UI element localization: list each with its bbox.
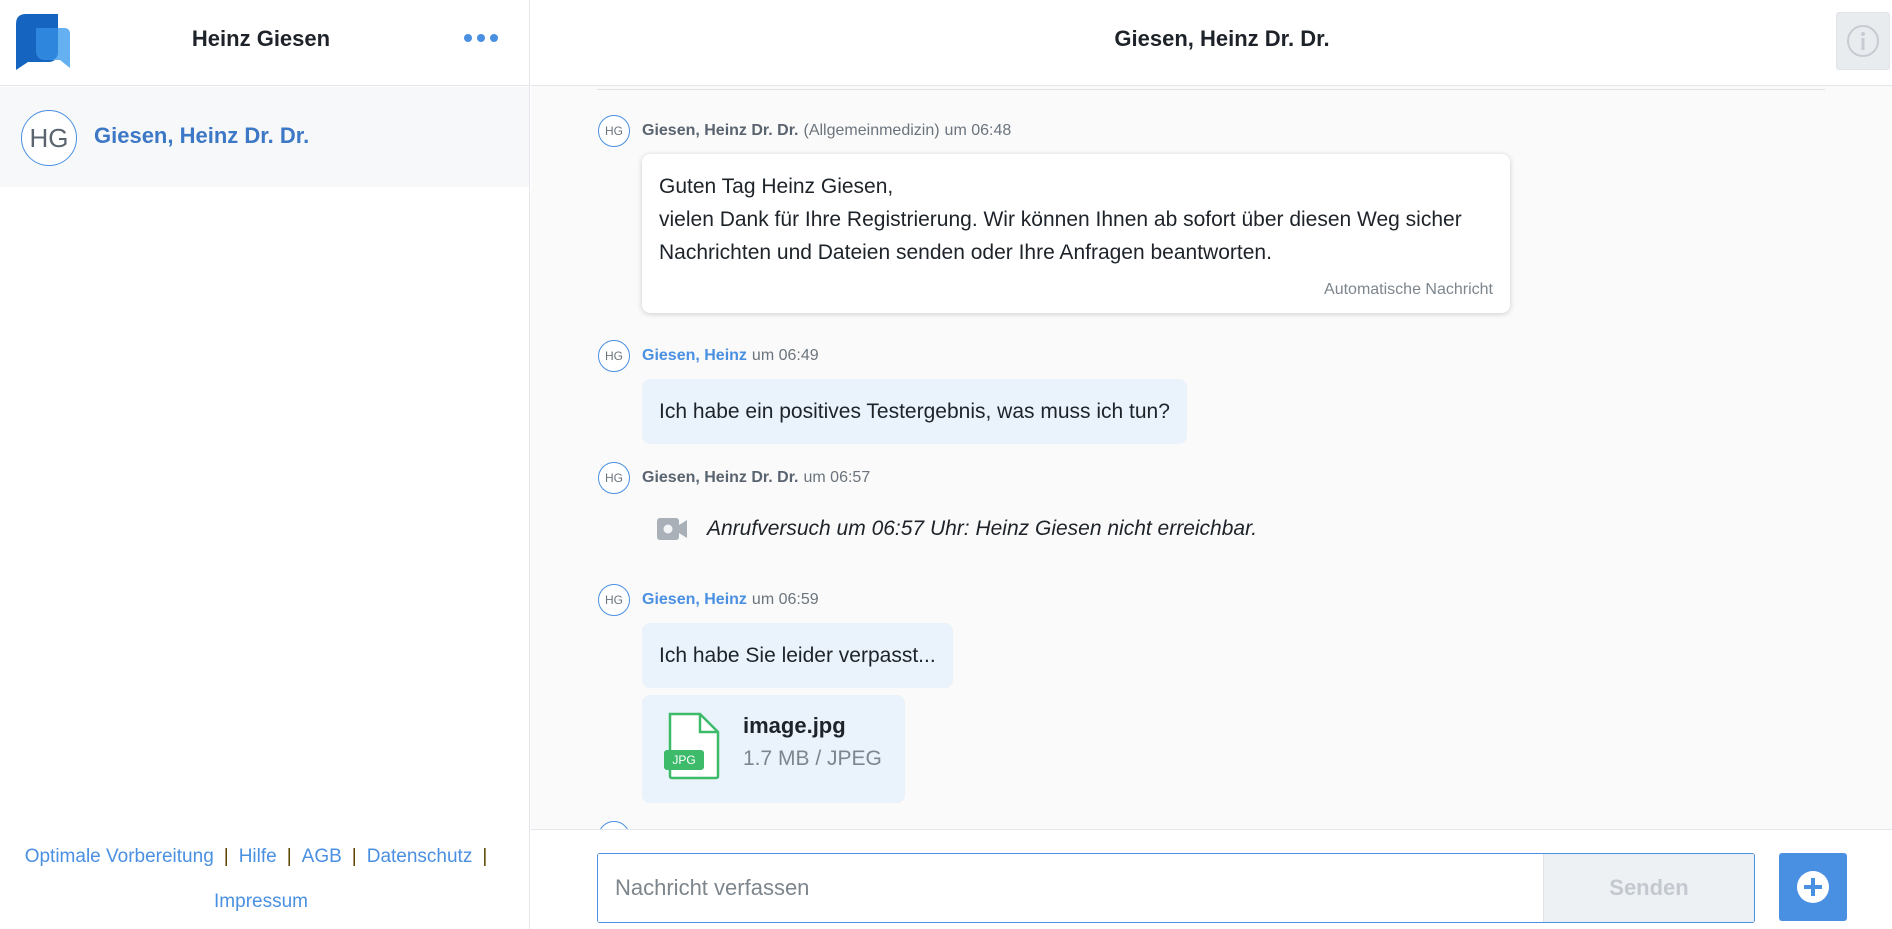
divider [597,89,1825,90]
separator: | [351,846,357,867]
contact-name: Giesen, Heinz Dr. Dr. [94,123,310,148]
file-size: 1.7 MB / JPEG [743,747,882,770]
call-attempt-row: Anrufversuch um 06:57 Uhr: Heinz Giesen … [657,517,1257,541]
patient-message-bubble: Ich habe Sie leider verpasst... [642,623,953,688]
patient-message-bubble: Ich habe ein positives Testergebnis, was… [642,379,1187,444]
link-optimale-vorbereitung[interactable]: Optimale Vorbereitung [25,846,214,867]
sidebar-header: Heinz Giesen [0,0,530,86]
message-composer: Senden [531,829,1892,929]
file-badge-text: JPG [672,753,695,767]
system-message-bubble: Guten Tag Heinz Giesen, vielen Dank für … [642,154,1510,313]
message-time: um 06:48 [944,122,1012,139]
message-text: Ich habe ein positives Testergebnis, was… [659,400,1170,423]
message-list[interactable]: HG Giesen, Heinz Dr. Dr. (Allgemeinmediz… [531,87,1892,829]
message-meta: HG Giesen, Heinz um 06:59 [598,584,819,616]
file-attachment[interactable]: JPG image.jpg 1.7 MB / JPEG [642,695,905,803]
info-button[interactable] [1836,12,1890,70]
link-hilfe[interactable]: Hilfe [239,846,277,867]
message-meta: HG Giesen, Heinz Dr. Dr. (Allgemeinmediz… [598,115,1011,147]
message-text: Ich habe Sie leider verpasst... [659,644,936,667]
message-line: Guten Tag Heinz Giesen, [659,175,894,198]
message-input[interactable] [598,854,1543,922]
chat-header: Giesen, Heinz Dr. Dr. [531,0,1892,86]
jpg-file-icon: JPG [664,712,720,780]
sender-name: Giesen, Heinz [642,347,747,364]
avatar: HG [21,110,77,166]
avatar [598,821,630,829]
link-impressum[interactable]: Impressum [214,891,308,912]
separator: | [482,846,488,867]
message-time: um 06:59 [751,591,819,608]
sidebar-title: Heinz Giesen [191,26,331,51]
message-meta: HG Giesen, Heinz um 06:49 [598,340,819,372]
chat-panel: Giesen, Heinz Dr. Dr. HG Giesen, Heinz D… [531,0,1892,929]
link-agb[interactable]: AGB [302,846,342,867]
link-datenschutz[interactable]: Datenschutz [367,846,473,867]
separator: | [286,846,292,867]
automatic-message-label: Automatische Nachricht [1324,281,1493,298]
sender-name: Giesen, Heinz Dr. Dr. [642,122,799,139]
call-attempt-text: Anrufversuch um 06:57 Uhr: Heinz Giesen … [707,517,1258,540]
sender-name: Giesen, Heinz Dr. Dr. [642,469,799,486]
message-meta: HG Giesen, Heinz Dr. Dr. um 06:57 [598,462,870,494]
sidebar: Heinz Giesen HG Giesen, Heinz Dr. Dr. Op… [0,0,530,929]
send-button[interactable]: Senden [1543,854,1754,922]
avatar: HG [598,462,630,494]
message-line: Nachrichten und Dateien senden oder Ihre… [659,241,1272,264]
message-input-group: Senden [597,853,1755,923]
video-camera-icon [657,518,687,540]
contact-list-item[interactable]: HG Giesen, Heinz Dr. Dr. [0,87,529,187]
sender-name: Giesen, Heinz [642,591,747,608]
message-time: um 06:49 [751,347,819,364]
chat-title: Giesen, Heinz Dr. Dr. [1114,26,1330,51]
avatar: HG [598,340,630,372]
separator: | [223,846,229,867]
sender-department: (Allgemeinmedizin) [803,122,940,139]
footer-links: Optimale Vorbereitung | Hilfe | AGB | Datensch… [0,834,522,924]
info-icon [1847,25,1879,57]
plus-circle-icon [1797,871,1829,903]
more-dots-icon[interactable] [464,34,498,42]
avatar: HG [598,584,630,616]
add-attachment-button[interactable] [1779,853,1847,921]
file-name: image.jpg [743,713,846,738]
message-line: vielen Dank für Ihre Registrierung. Wir … [659,208,1462,231]
message-time: um 06:57 [803,469,871,486]
avatar: HG [598,115,630,147]
